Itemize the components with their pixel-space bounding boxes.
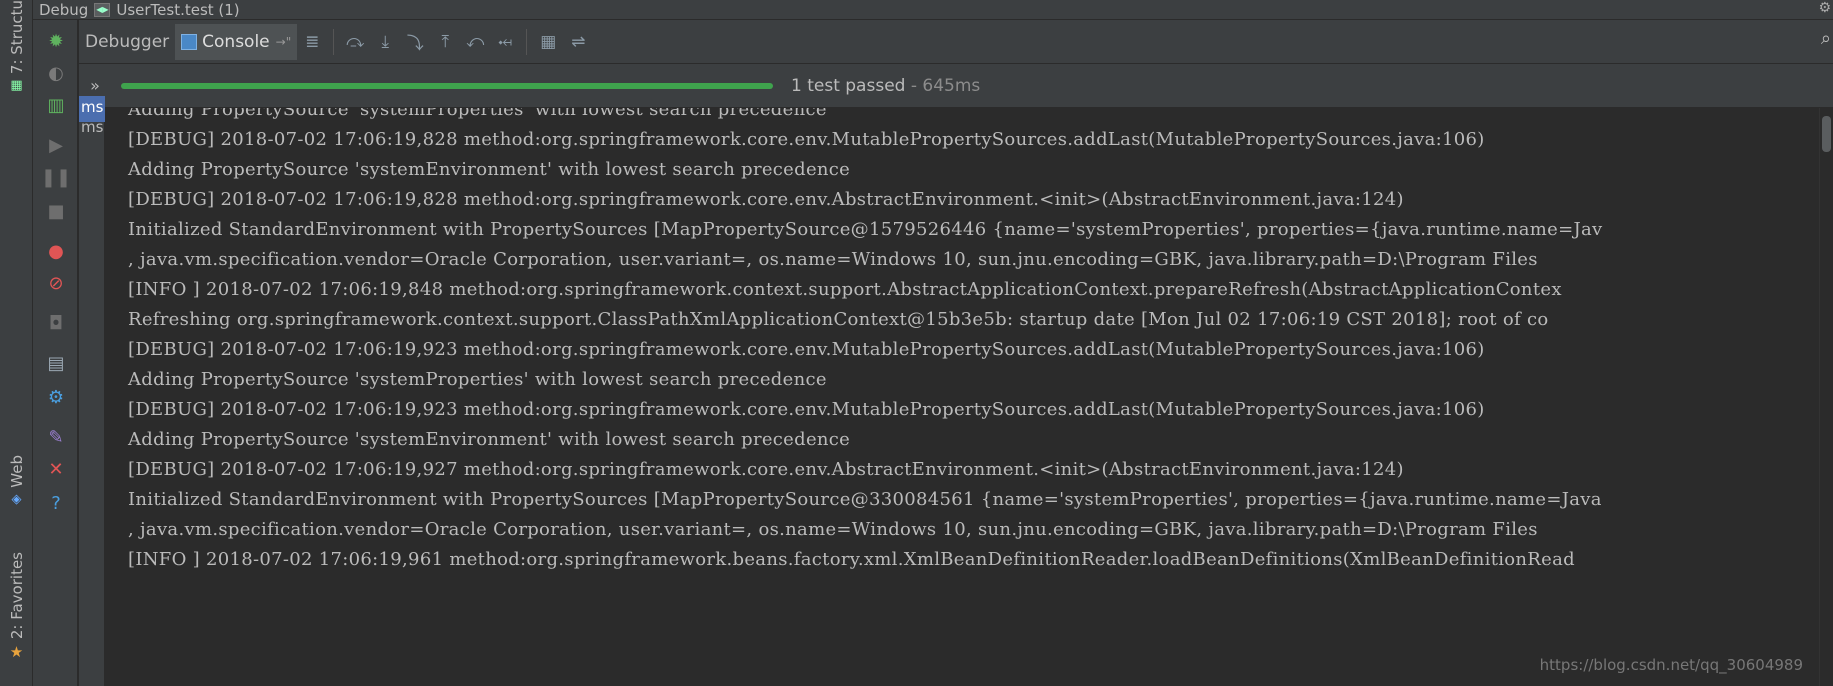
test-progress-fill xyxy=(121,82,773,89)
trace-streams-icon[interactable]: ⇌ xyxy=(563,27,593,57)
web-tab-label: Web xyxy=(7,455,26,488)
console-icon xyxy=(181,33,198,50)
console-line: Refreshing org.springframework.context.s… xyxy=(128,309,1549,330)
step-into-icon[interactable]: ⤓ xyxy=(370,27,400,57)
console-line: Initialized StandardEnvironment with Pro… xyxy=(128,219,1603,240)
tab-debugger-label: Debugger xyxy=(85,31,170,52)
console-line: [INFO ] 2018-07-02 17:06:19,848 method:o… xyxy=(128,279,1562,300)
watermark: https://blog.csdn.net/qq_30604989 xyxy=(1539,656,1803,674)
web-tool-tab[interactable]: Web ◈ xyxy=(0,455,33,507)
structure-tool-tab[interactable]: 7: Structu ▦ xyxy=(0,0,33,93)
layout-icon[interactable]: ▤ xyxy=(43,350,69,376)
debug-toolbar: Debugger Console →" ≣ ⤼ ⤓ ⤵ ⤒ ⤺ ⤟ ▦ ⇌ ⌕ xyxy=(79,20,1833,64)
favorites-tab-label: 2: Favorites xyxy=(7,552,26,640)
favorites-tool-tab[interactable]: 2: Favorites ★ xyxy=(0,552,33,661)
panel-title: Debug xyxy=(39,0,89,19)
star-icon: ★ xyxy=(9,643,24,662)
debug-actions-column: ✹ ◐ ▥ ▶ ❚❚ ■ ● ⊘ ◘ ▤ ⚙ ✎ ✕ ? xyxy=(33,20,78,686)
test-tree: ms ms xyxy=(79,96,105,686)
gear-icon[interactable]: ⚙ xyxy=(1818,0,1831,16)
web-icon: ◈ xyxy=(11,491,22,507)
drop-frame-icon[interactable]: ⤺ xyxy=(460,27,490,57)
console-line: [DEBUG] 2018-07-02 17:06:19,828 method:o… xyxy=(128,129,1485,150)
run-to-cursor-icon[interactable]: ⤟ xyxy=(490,27,520,57)
console-line: , java.vm.specification.vendor=Oracle Co… xyxy=(128,249,1538,270)
console-line: [DEBUG] 2018-07-02 17:06:19,828 method:o… xyxy=(128,189,1404,210)
console-scrollbar[interactable] xyxy=(1819,108,1833,686)
tab-console-label: Console xyxy=(202,31,270,52)
close-icon[interactable]: ✕ xyxy=(43,456,69,482)
resume-icon[interactable]: ▶ xyxy=(43,132,69,158)
help-icon[interactable]: ? xyxy=(43,490,69,516)
tab-console[interactable]: Console →" xyxy=(175,23,298,60)
console-scroll-thumb[interactable] xyxy=(1822,116,1831,152)
test-duration: - 645ms xyxy=(905,75,981,96)
run-config-icon: ◀▶ xyxy=(94,2,111,17)
expand-arrows-icon[interactable]: » xyxy=(83,76,107,95)
left-tool-strip: 7: Structu ▦ Web ◈ 2: Favorites ★ xyxy=(0,0,33,686)
structure-tab-label: 7: Structu xyxy=(7,0,26,75)
test-status-text: 1 test passed - 645ms xyxy=(791,76,980,96)
debug-title-bar: Debug ◀▶ UserTest.test (1) ⚙ xyxy=(33,0,1833,20)
toolbar-separator xyxy=(333,28,335,55)
console-output[interactable]: Adding PropertySource 'systemProperties'… xyxy=(106,108,1819,686)
step-out-icon[interactable]: ⤒ xyxy=(430,27,460,57)
toolbar-separator xyxy=(526,28,528,55)
rerun-debug-icon[interactable]: ✹ xyxy=(43,28,69,54)
toggle-auto-test-icon[interactable]: ▥ xyxy=(43,92,69,118)
test-summary: 1 test passed xyxy=(791,75,906,96)
rerun-failed-icon[interactable]: ◐ xyxy=(43,60,69,86)
settings-icon[interactable]: ⚙ xyxy=(43,384,69,410)
test-progress-bar xyxy=(121,82,773,89)
test-status-bar: » 1 test passed - 645ms xyxy=(79,64,1833,108)
pause-icon[interactable]: ❚❚ xyxy=(41,164,71,190)
force-step-into-icon[interactable]: ⤵ xyxy=(400,27,430,57)
show-execution-point-icon[interactable]: ≣ xyxy=(297,27,327,57)
console-line: Adding PropertySource 'systemEnvironment… xyxy=(128,159,851,180)
stop-icon[interactable]: ■ xyxy=(43,198,69,224)
camera-icon[interactable]: ◘ xyxy=(43,310,69,336)
console-line: [DEBUG] 2018-07-02 17:06:19,927 method:o… xyxy=(128,459,1404,480)
test-tree-item[interactable]: ms xyxy=(79,118,105,138)
evaluate-expression-icon[interactable]: ▦ xyxy=(533,27,563,57)
run-config-name[interactable]: UserTest.test (1) xyxy=(116,1,239,19)
tab-debugger[interactable]: Debugger xyxy=(79,24,175,60)
view-breakpoints-icon[interactable]: ● xyxy=(43,238,69,264)
console-line: [DEBUG] 2018-07-02 17:06:19,923 method:o… xyxy=(128,399,1485,420)
console-line: Initialized StandardEnvironment with Pro… xyxy=(128,489,1602,510)
mute-breakpoints-icon[interactable]: ⊘ xyxy=(43,270,69,296)
console-line: Adding PropertySource 'systemProperties'… xyxy=(128,369,827,390)
search-icon[interactable]: ⌕ xyxy=(1821,28,1831,49)
console-line: [DEBUG] 2018-07-02 17:06:19,923 method:o… xyxy=(128,339,1485,360)
console-line: Adding PropertySource 'systemEnvironment… xyxy=(128,429,851,450)
step-over-icon[interactable]: ⤼ xyxy=(340,27,370,57)
console-line: [INFO ] 2018-07-02 17:06:19,961 method:o… xyxy=(128,549,1575,570)
structure-icon: ▦ xyxy=(10,78,23,94)
console-line: Adding PropertySource 'systemProperties'… xyxy=(128,108,827,120)
console-line: , java.vm.specification.vendor=Oracle Co… xyxy=(128,519,1538,540)
tab-pin-icon[interactable]: →" xyxy=(276,35,292,49)
pin-icon[interactable]: ✎ xyxy=(43,424,69,450)
